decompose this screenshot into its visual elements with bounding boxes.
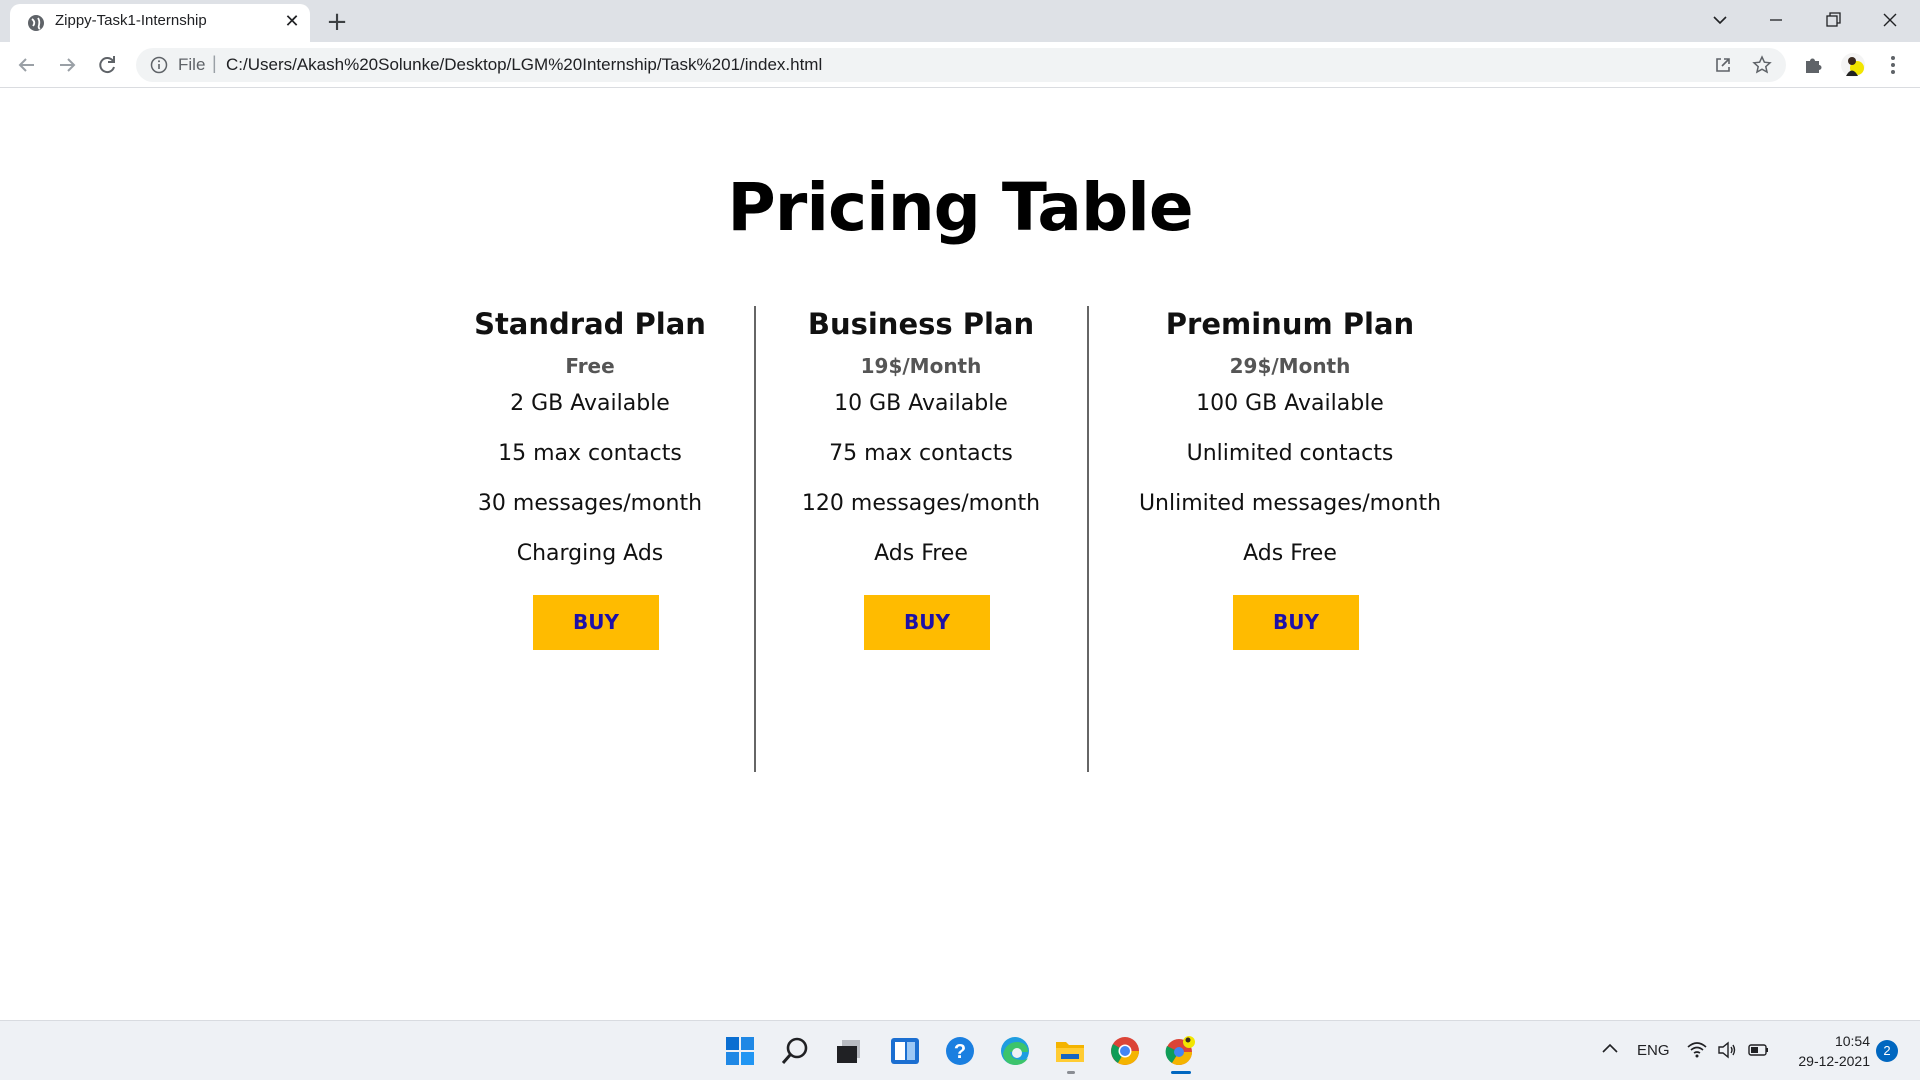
plan-feature: Ads Free	[874, 541, 968, 566]
volume-icon[interactable]	[1716, 1039, 1738, 1061]
url-scheme: File	[178, 55, 206, 74]
plan-feature: 100 GB Available	[1196, 391, 1384, 416]
menu-kebab-icon[interactable]	[1880, 52, 1906, 78]
plan-feature: Unlimited messages/month	[1138, 491, 1442, 516]
address-bar[interactable]: File | C:/Users/Akash%20Solunke/Desktop/…	[136, 48, 1786, 82]
browser-tab[interactable]: Zippy-Task1-Internship ✕	[10, 4, 310, 42]
tab-strip: Zippy-Task1-Internship ✕ +	[0, 0, 1920, 42]
running-app-indicator	[1067, 1071, 1075, 1074]
active-app-indicator	[1171, 1071, 1191, 1074]
chrome-profile-icon[interactable]	[1163, 1034, 1197, 1068]
profile-avatar[interactable]	[1840, 52, 1866, 78]
page-content: Pricing Table Standrad Plan Free 2 GB Av…	[0, 89, 1920, 1020]
plan-name: Preminum Plan	[1165, 307, 1415, 341]
tab-title: Zippy-Task1-Internship	[55, 12, 207, 29]
pricing-card-standard: Standrad Plan Free 2 GB Available 15 max…	[440, 304, 740, 650]
back-icon[interactable]	[12, 50, 42, 80]
url-text[interactable]: C:/Users/Akash%20Solunke/Desktop/LGM%20I…	[226, 55, 822, 75]
extensions-puzzle-icon[interactable]	[1800, 52, 1826, 78]
plan-feature: 15 max contacts	[498, 441, 682, 466]
share-icon[interactable]	[1712, 54, 1734, 76]
plan-feature: 2 GB Available	[510, 391, 670, 416]
chrome-icon[interactable]	[1108, 1034, 1142, 1068]
system-clock[interactable]: 10:54 29-12-2021	[1790, 1031, 1870, 1071]
reload-icon[interactable]	[92, 50, 122, 80]
bookmark-star-icon[interactable]	[1751, 54, 1773, 76]
chevron-up-icon[interactable]	[1600, 1039, 1620, 1059]
plan-price: 29$/Month	[1229, 354, 1351, 378]
battery-icon[interactable]	[1746, 1039, 1770, 1061]
plan-feature: 10 GB Available	[834, 391, 1008, 416]
page-title: Pricing Table	[727, 169, 1193, 246]
plan-feature: Charging Ads	[516, 541, 664, 566]
plan-price: 19$/Month	[860, 354, 982, 378]
minimize-icon[interactable]	[1756, 5, 1796, 35]
plan-feature: 30 messages/month	[477, 491, 703, 516]
plan-feature: 120 messages/month	[801, 491, 1041, 516]
clock-time: 10:54	[1834, 1033, 1870, 1049]
taskbar: ? ENG 10:54 29-12-2021 2	[0, 1020, 1920, 1080]
globe-icon	[28, 15, 44, 31]
plan-feature: Ads Free	[1243, 541, 1337, 566]
help-icon[interactable]: ?	[943, 1034, 977, 1068]
browser-toolbar: File | C:/Users/Akash%20Solunke/Desktop/…	[0, 42, 1920, 88]
wifi-icon[interactable]	[1686, 1039, 1708, 1061]
widgets-icon[interactable]	[888, 1034, 922, 1068]
buy-button-business[interactable]: BUY	[864, 595, 990, 650]
pricing-card-premium: Preminum Plan 29$/Month 100 GB Available…	[1120, 304, 1460, 650]
clock-date: 29-12-2021	[1798, 1053, 1870, 1069]
tab-search-icon[interactable]	[1700, 5, 1740, 35]
tab-close-icon[interactable]: ✕	[280, 10, 304, 34]
plan-name: Business Plan	[807, 307, 1035, 341]
column-divider	[754, 306, 756, 772]
plan-price: Free	[565, 354, 615, 378]
info-icon[interactable]	[150, 56, 168, 74]
close-window-icon[interactable]	[1870, 5, 1910, 35]
task-view-icon[interactable]	[832, 1034, 866, 1068]
plan-feature: Unlimited contacts	[1186, 441, 1394, 466]
restore-icon[interactable]	[1813, 5, 1853, 35]
language-indicator[interactable]: ENG	[1637, 1042, 1670, 1059]
new-tab-button[interactable]: +	[322, 8, 352, 38]
column-divider	[1087, 306, 1089, 772]
pricing-card-business: Business Plan 19$/Month 10 GB Available …	[771, 304, 1071, 650]
plan-name: Standrad Plan	[474, 307, 706, 341]
search-icon[interactable]	[778, 1034, 812, 1068]
notification-badge[interactable]: 2	[1876, 1040, 1898, 1062]
buy-button-standard[interactable]: BUY	[533, 595, 659, 650]
buy-button-premium[interactable]: BUY	[1233, 595, 1359, 650]
file-explorer-icon[interactable]	[1053, 1034, 1087, 1068]
plan-feature: 75 max contacts	[829, 441, 1013, 466]
svg-text:?: ?	[954, 1041, 966, 1063]
edge-icon[interactable]	[998, 1034, 1032, 1068]
windows-start-icon[interactable]	[723, 1034, 757, 1068]
url-separator: |	[212, 53, 217, 73]
forward-icon[interactable]	[52, 50, 82, 80]
